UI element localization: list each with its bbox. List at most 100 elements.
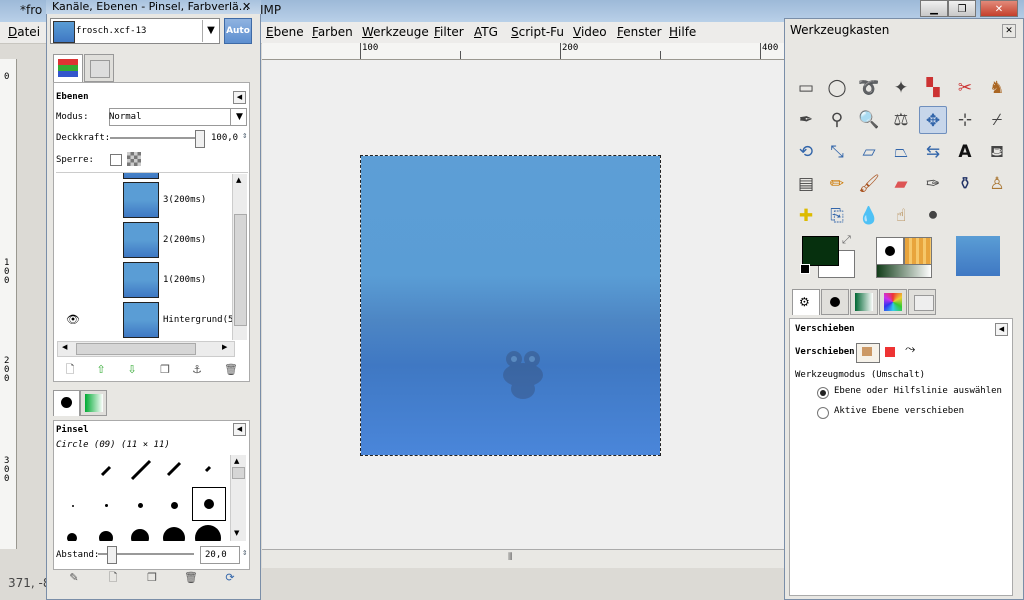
menu-datei[interactable]: Datei bbox=[8, 25, 40, 39]
zoom-icon[interactable]: 🔍 bbox=[855, 106, 883, 134]
brush-cell[interactable] bbox=[158, 455, 192, 489]
ink-icon[interactable]: ⚱ bbox=[951, 170, 979, 198]
close-window-button[interactable]: ✕ bbox=[980, 0, 1018, 17]
rotate-icon[interactable]: ⟲ bbox=[792, 138, 820, 166]
layer-row[interactable]: 👁 Hintergrund(5 bbox=[56, 300, 233, 340]
radio-pick-layer-label[interactable]: Ebene oder Hilfslinie auswählen bbox=[834, 386, 1002, 396]
tab-brushes[interactable] bbox=[53, 390, 80, 416]
heal-icon[interactable]: ✚ bbox=[792, 202, 820, 230]
blend-icon[interactable]: ▤ bbox=[792, 170, 820, 198]
menu-ebene[interactable]: Ebene bbox=[266, 25, 304, 39]
airbrush-icon[interactable]: ✑ bbox=[919, 170, 947, 198]
clone-icon[interactable]: ♙ bbox=[983, 170, 1011, 198]
chevron-up-icon[interactable]: ▲ bbox=[234, 457, 239, 465]
path-mode-icon[interactable]: ⤳ bbox=[905, 342, 915, 357]
canvas-horizontal-scrollbar[interactable]: ⦀ bbox=[262, 549, 784, 568]
text-tool-icon[interactable]: A bbox=[951, 138, 979, 166]
paths-icon[interactable]: ✒ bbox=[792, 106, 820, 134]
blur-icon[interactable]: 💧 bbox=[855, 202, 883, 230]
brush-cell[interactable] bbox=[56, 523, 90, 541]
panel-menu-icon[interactable]: ◀ bbox=[233, 91, 246, 104]
chevron-down-icon[interactable]: ▼ bbox=[202, 20, 219, 42]
radio-move-active-layer-label[interactable]: Aktive Ebene verschieben bbox=[834, 406, 964, 416]
scissors-icon[interactable]: ✂ bbox=[951, 74, 979, 102]
menu-werkzeuge[interactable]: Werkzeuge bbox=[362, 25, 429, 39]
spacing-input[interactable]: 20,0 bbox=[200, 546, 240, 564]
measure-icon[interactable]: ⚖ bbox=[887, 106, 915, 134]
perspective-clone-icon[interactable]: ⎘ bbox=[823, 202, 851, 230]
layer-list-vertical-scrollbar[interactable]: ▲ bbox=[232, 174, 247, 340]
current-pattern-swatch[interactable] bbox=[904, 237, 932, 265]
tab-brushes-small[interactable] bbox=[821, 289, 849, 315]
menu-atg[interactable]: ATG bbox=[474, 25, 498, 39]
paintbrush-icon[interactable]: 🖌 bbox=[855, 170, 883, 198]
close-icon[interactable]: ✕ bbox=[1002, 24, 1016, 38]
layer-row[interactable]: 2(200ms) bbox=[56, 220, 232, 260]
layer-list[interactable]: 3(200ms) 2(200ms) 1(200ms) 👁 Hintergrund… bbox=[56, 172, 248, 341]
crop-icon[interactable]: ⌿ bbox=[983, 106, 1011, 134]
auto-button[interactable]: Auto bbox=[224, 18, 252, 44]
new-brush-icon[interactable]: 🗋 bbox=[105, 570, 121, 586]
tab-tool-options[interactable]: ⚙ bbox=[792, 289, 820, 315]
menu-fenster[interactable]: Fenster bbox=[617, 25, 662, 39]
menu-farben[interactable]: Farben bbox=[312, 25, 353, 39]
edit-brush-icon[interactable]: ✎ bbox=[66, 570, 82, 586]
refresh-brushes-icon[interactable]: ⟳ bbox=[222, 570, 238, 586]
chevron-down-icon[interactable]: ▼ bbox=[230, 108, 248, 126]
tab-images[interactable] bbox=[908, 289, 936, 315]
ellipse-select-icon[interactable]: ◯ bbox=[823, 74, 851, 102]
vertical-ruler[interactable]: 0 1 0 0 2 0 0 3 0 0 bbox=[0, 59, 17, 549]
opacity-slider-thumb[interactable] bbox=[195, 130, 205, 148]
brush-cell-selected[interactable] bbox=[192, 487, 226, 521]
rect-select-icon[interactable]: ▭ bbox=[792, 74, 820, 102]
tab-gradients-small[interactable] bbox=[850, 289, 878, 315]
free-select-icon[interactable]: ➰ bbox=[855, 74, 883, 102]
foreground-select-icon[interactable]: ♞ bbox=[983, 74, 1011, 102]
current-gradient-swatch[interactable] bbox=[876, 264, 932, 278]
dock-close-icon[interactable]: ✕ bbox=[242, 0, 251, 13]
menu-video[interactable]: Video bbox=[573, 25, 607, 39]
brush-cell[interactable] bbox=[124, 455, 158, 489]
menu-filter[interactable]: Filter bbox=[434, 25, 464, 39]
lock-alpha-icon[interactable] bbox=[127, 152, 141, 166]
spacing-slider-thumb[interactable] bbox=[107, 546, 117, 564]
lower-layer-icon[interactable]: ⇩ bbox=[124, 362, 140, 378]
selection-mode-icon[interactable] bbox=[885, 347, 895, 357]
brush-cell[interactable] bbox=[56, 489, 90, 523]
chevron-down-icon[interactable]: ▼ bbox=[234, 529, 239, 537]
flip-icon[interactable]: ⇆ bbox=[919, 138, 947, 166]
layer-list-horizontal-scrollbar[interactable]: ◀ ▶ bbox=[57, 341, 235, 357]
panel-menu-icon[interactable]: ◀ bbox=[995, 323, 1008, 336]
active-image-preview[interactable] bbox=[956, 236, 1000, 276]
spinner-icon[interactable]: ⇕ bbox=[242, 548, 247, 558]
brush-cell[interactable] bbox=[124, 489, 158, 523]
spinner-icon[interactable]: ⇕ bbox=[242, 131, 247, 141]
dodge-burn-icon[interactable]: ⚫ bbox=[919, 202, 947, 230]
brush-cell[interactable] bbox=[192, 523, 226, 541]
new-layer-icon[interactable]: 🗋 bbox=[62, 362, 78, 378]
anchor-layer-icon[interactable]: ⚓ bbox=[189, 362, 205, 378]
swap-colors-icon[interactable]: ⤢ bbox=[842, 233, 851, 247]
chevron-up-icon[interactable]: ▲ bbox=[236, 176, 241, 184]
perspective-icon[interactable]: ⏢ bbox=[887, 138, 915, 166]
chevron-left-icon[interactable]: ◀ bbox=[62, 343, 67, 351]
align-icon[interactable]: ⊹ bbox=[951, 106, 979, 134]
brush-grid[interactable] bbox=[56, 455, 228, 541]
brush-cell[interactable] bbox=[158, 489, 192, 523]
brush-cell[interactable] bbox=[124, 523, 158, 541]
panel-menu-icon[interactable]: ◀ bbox=[233, 423, 246, 436]
list-item[interactable] bbox=[56, 173, 232, 179]
opacity-slider-track[interactable] bbox=[110, 137, 202, 139]
menu-hilfe[interactable]: Hilfe bbox=[669, 25, 696, 39]
scroll-thumb[interactable] bbox=[232, 467, 245, 479]
brush-cell[interactable] bbox=[192, 455, 226, 489]
opacity-value[interactable]: 100,0 bbox=[211, 133, 238, 143]
duplicate-brush-icon[interactable]: ❐ bbox=[144, 570, 160, 586]
lock-pixels-checkbox[interactable] bbox=[110, 154, 122, 166]
brush-cell[interactable] bbox=[90, 455, 124, 489]
scroll-thumb[interactable] bbox=[76, 343, 196, 355]
brush-cell[interactable] bbox=[90, 523, 124, 541]
foreground-color[interactable] bbox=[802, 236, 839, 266]
brush-cell[interactable] bbox=[158, 523, 192, 541]
eye-icon[interactable]: 👁 bbox=[66, 313, 80, 326]
